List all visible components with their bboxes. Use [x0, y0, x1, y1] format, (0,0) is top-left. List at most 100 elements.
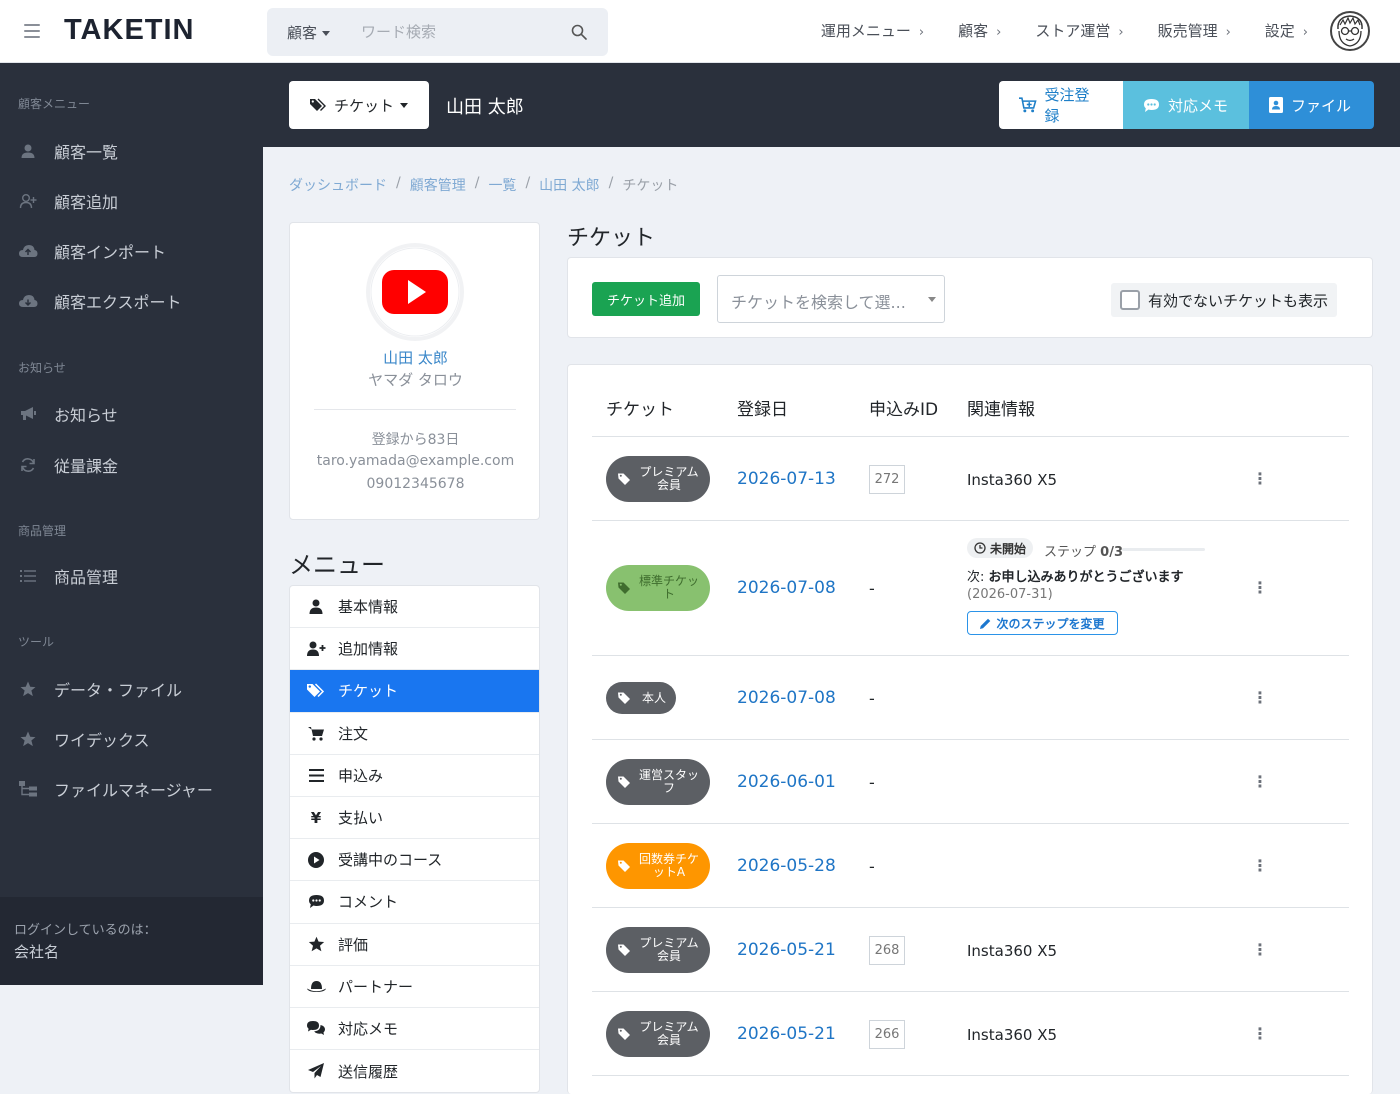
star-icon — [18, 729, 38, 749]
sidebar-section-title: ツール — [18, 635, 55, 649]
ticket-badge[interactable]: 回数券チケットA — [606, 843, 710, 889]
menu-item-partners[interactable]: パートナー — [290, 966, 539, 1008]
profile-name[interactable]: 山田 太郎 — [290, 347, 541, 368]
row-menu-icon[interactable]: ⋮ — [1252, 1024, 1268, 1043]
application-id[interactable]: 266 — [869, 1020, 905, 1049]
sidebar-item-product-management[interactable]: 商品管理 — [18, 564, 118, 588]
sidebar-item-customer-import[interactable]: 顧客インポート — [18, 239, 166, 263]
row-menu-icon[interactable]: ⋮ — [1252, 772, 1268, 791]
show-inactive-checkbox[interactable] — [1120, 290, 1140, 310]
ticket-date[interactable]: 2026-06-01 — [737, 772, 836, 792]
cloud-upload-icon — [18, 241, 38, 261]
menu-item-support-memos[interactable]: 対応メモ — [290, 1008, 539, 1051]
file-button[interactable]: ファイル — [1249, 81, 1374, 129]
breadcrumb-current: チケット — [622, 178, 679, 194]
application-id: - — [869, 579, 875, 598]
breadcrumb: ダッシュボード / 顧客管理 / 一覧 / 山田 太郎 / チケット — [289, 175, 678, 195]
cloud-download-icon — [18, 291, 38, 311]
sidebar-item-customer-add[interactable]: 顧客追加 — [18, 189, 118, 213]
menu-item-tickets[interactable]: チケット — [290, 670, 539, 713]
step-progress-bar — [1122, 548, 1205, 551]
section-dropdown[interactable]: チケット — [289, 81, 429, 129]
support-memo-button[interactable]: 対応メモ — [1123, 81, 1249, 129]
search-icon[interactable] — [571, 24, 587, 40]
breadcrumb-list[interactable]: 一覧 — [488, 175, 516, 195]
menu-item-send-history[interactable]: 送信履歴 — [290, 1050, 539, 1092]
ticket-badge[interactable]: プレミアム会員 — [606, 1011, 710, 1057]
show-inactive-toggle[interactable]: 有効でないチケットも表示 — [1111, 283, 1337, 317]
ticket-date[interactable]: 2026-07-08 — [737, 688, 836, 708]
ticket-date[interactable]: 2026-05-21 — [737, 940, 836, 960]
application-id[interactable]: 272 — [869, 465, 905, 494]
star-icon — [306, 936, 326, 952]
sidebar-section-title: お知らせ — [18, 361, 66, 375]
row-menu-icon[interactable]: ⋮ — [1252, 688, 1268, 707]
row-menu-icon[interactable]: ⋮ — [1252, 578, 1268, 597]
menu-item-basic-info[interactable]: 基本情報 — [290, 586, 539, 629]
nav-sales[interactable]: 販売管理 › — [1158, 20, 1231, 41]
menu-toggle-icon[interactable] — [24, 24, 40, 38]
ticket-search-select[interactable]: チケットを検索して選... — [717, 275, 945, 323]
menu-item-courses[interactable]: 受講中のコース — [290, 839, 539, 882]
ticket-date[interactable]: 2026-05-28 — [737, 856, 836, 876]
ticket-badge[interactable]: プレミアム会員 — [606, 927, 710, 973]
row-menu-icon[interactable]: ⋮ — [1252, 940, 1268, 959]
chevron-right-icon: › — [918, 25, 925, 40]
search-category-dropdown[interactable]: 顧客 — [287, 22, 331, 43]
tickets-table: チケット 登録日 申込みID 関連情報 プレミアム会員 2026-07-13 2… — [567, 364, 1373, 1094]
ticket-date[interactable]: 2026-07-13 — [737, 469, 836, 489]
sidebar-item-label: ファイルマネージャー — [54, 781, 213, 800]
nav-label: 販売管理 — [1157, 22, 1218, 40]
row-menu-icon[interactable]: ⋮ — [1252, 856, 1268, 875]
breadcrumb-customer[interactable]: 山田 太郎 — [539, 175, 599, 195]
nav-settings[interactable]: 設定 › — [1265, 20, 1308, 41]
sidebar-item-widex[interactable]: ワイデックス — [18, 727, 150, 751]
nav-customer[interactable]: 顧客 › — [958, 20, 1001, 41]
sidebar-item-metered-billing[interactable]: 従量課金 — [18, 453, 118, 477]
cart-icon — [306, 726, 326, 741]
ticket-badge[interactable]: 本人 — [606, 682, 676, 714]
sidebar-item-data-files[interactable]: データ・ファイル — [18, 677, 182, 701]
ticket-name: プレミアム会員 — [639, 936, 699, 963]
application-id[interactable]: 268 — [869, 936, 905, 965]
menu-item-reviews[interactable]: 評価 — [290, 924, 539, 966]
breadcrumb-dashboard[interactable]: ダッシュボード — [289, 175, 387, 195]
sidebar-item-customer-list[interactable]: 顧客一覧 — [18, 139, 118, 163]
user-avatar[interactable] — [1330, 11, 1370, 51]
order-register-button[interactable]: 受注登録 — [999, 81, 1123, 129]
menu-item-orders[interactable]: 注文 — [290, 713, 539, 755]
ticket-date[interactable]: 2026-07-08 — [737, 578, 836, 598]
nav-operation-menu[interactable]: 運用メニュー › — [821, 20, 924, 41]
menu-item-comments[interactable]: コメント — [290, 881, 539, 924]
ticket-badge[interactable]: 運営スタッフ — [606, 759, 710, 805]
profile-registration-age: 登録から83日 — [371, 432, 460, 448]
next-step-text: 次: お申し込みありがとうございます — [967, 566, 1184, 585]
sidebar-item-notices[interactable]: お知らせ — [18, 402, 118, 426]
ticket-badge[interactable]: 標準チケット — [606, 565, 710, 611]
ticket-name: 運営スタッフ — [638, 768, 699, 795]
menu-item-additional-info[interactable]: 追加情報 — [290, 628, 539, 671]
add-ticket-button[interactable]: チケット追加 — [592, 282, 700, 316]
search-input[interactable] — [361, 18, 561, 46]
sidebar-item-label: データ・ファイル — [54, 681, 183, 700]
nav-store[interactable]: ストア運営 › — [1035, 20, 1123, 41]
comment-icon — [306, 894, 326, 909]
breadcrumb-customer-management[interactable]: 顧客管理 — [410, 175, 466, 195]
sidebar-item-file-manager[interactable]: ファイルマネージャー — [18, 777, 213, 801]
menu-item-payments[interactable]: ¥ 支払い — [290, 797, 539, 840]
column-header-related-info: 関連情報 — [967, 400, 1035, 420]
sidebar-footer: ログインしているのは： 会社名 — [0, 897, 263, 985]
sidebar-item-customer-export[interactable]: 顧客エクスポート — [18, 289, 182, 313]
ticket-badge[interactable]: プレミアム会員 — [606, 456, 710, 502]
menu-item-applications[interactable]: 申込み — [290, 755, 539, 797]
brand-logo[interactable]: TAKETIN — [64, 14, 195, 47]
sidebar-item-label: お知らせ — [54, 406, 118, 425]
table-row: プレミアム会員 2026-05-21 268 Insta360 X5 ⋮ — [592, 908, 1349, 992]
comment-dots-icon — [1144, 98, 1159, 112]
profile-email: taro.yamada@example.com — [316, 453, 515, 469]
row-menu-icon[interactable]: ⋮ — [1252, 469, 1268, 488]
sidebar-item-label: 顧客インポート — [54, 243, 167, 262]
change-next-step-button[interactable]: 次のステップを変更 — [967, 611, 1118, 635]
header-action-group: 受注登録 対応メモ ファイル — [999, 81, 1374, 129]
ticket-date[interactable]: 2026-05-21 — [737, 1024, 836, 1044]
